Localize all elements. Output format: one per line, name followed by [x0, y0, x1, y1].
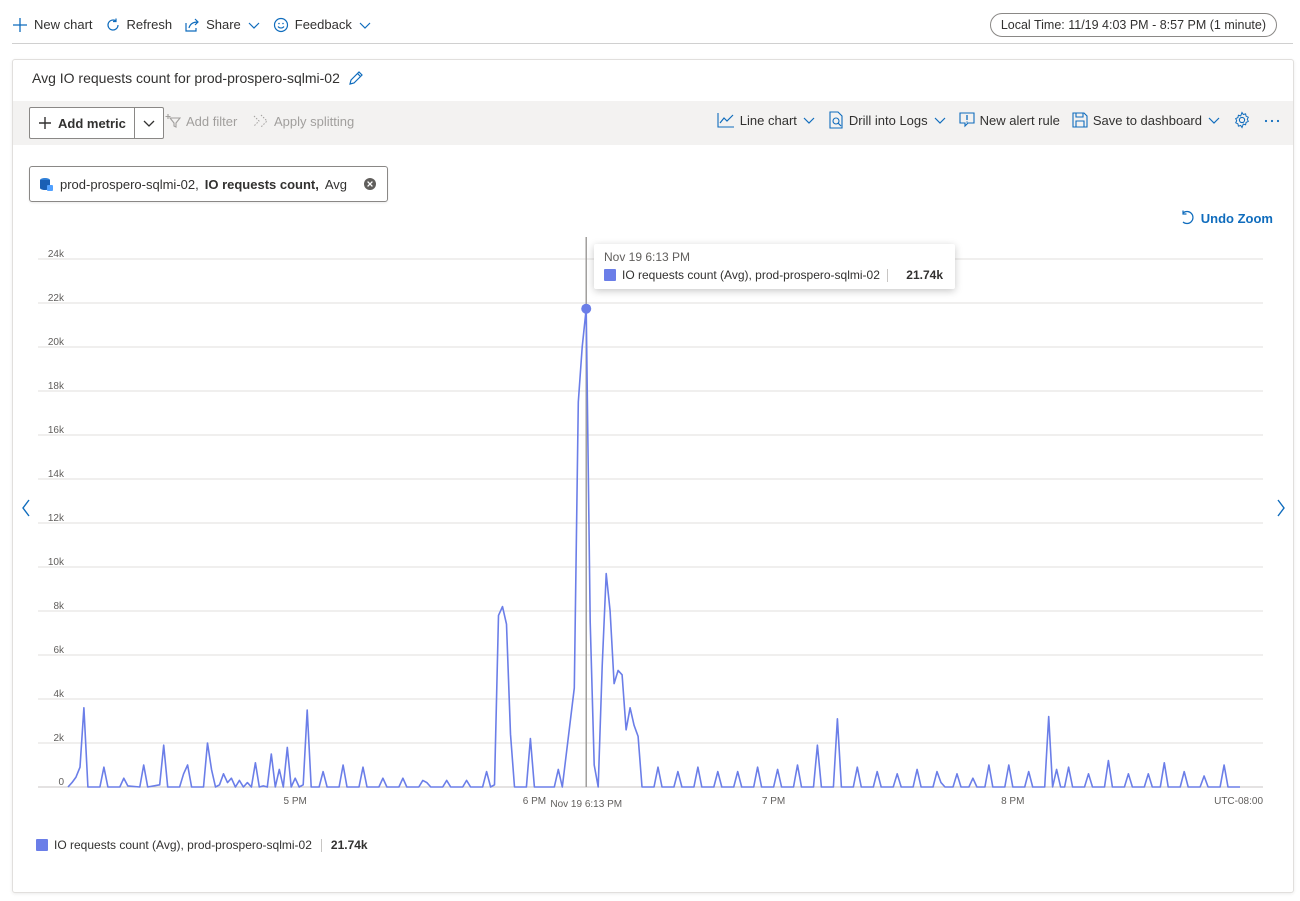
- y-tick-label: 6k: [53, 645, 65, 656]
- y-tick-label: 20k: [48, 337, 65, 348]
- y-tick-label: 8k: [53, 601, 65, 612]
- x-tick-label: 8 PM: [1001, 796, 1024, 807]
- y-tick-label: 22k: [48, 293, 65, 304]
- chart-gridlines: [38, 258, 1263, 788]
- y-tick-label: 18k: [48, 381, 65, 392]
- y-tick-label: 2k: [53, 733, 65, 744]
- hover-point: [581, 303, 592, 314]
- tooltip-series-name: IO requests count (Avg), prod-prospero-s…: [622, 268, 880, 282]
- x-hover-label: Nov 19 6:13 PM: [550, 799, 622, 810]
- tooltip-value: 21.74k: [906, 268, 943, 282]
- legend-value: 21.74k: [330, 838, 368, 852]
- y-tick-label: 12k: [48, 513, 65, 524]
- chart-tooltip: Nov 19 6:13 PM IO requests count (Avg), …: [594, 244, 955, 289]
- y-tick-label: 14k: [48, 469, 65, 480]
- x-tick-label: 7 PM: [762, 796, 785, 807]
- x-axis-ticks: 5 PM 6 PM 7 PM 8 PM Nov 19 6:13 PM: [284, 796, 1025, 810]
- legend-divider: [320, 838, 322, 852]
- y-axis-ticks: 0 2k 4k 6k 8k 10k 12k 14k 16k 18k 20k 22k 24k: [48, 249, 65, 788]
- y-tick-label: 16k: [48, 425, 65, 436]
- timezone-label: UTC-08:00: [1214, 796, 1263, 807]
- chart-legend[interactable]: IO requests count (Avg), prod-prospero-s…: [36, 838, 368, 852]
- y-tick-label: 24k: [48, 249, 65, 260]
- tooltip-divider: [887, 269, 888, 282]
- y-tick-label: 0: [58, 777, 64, 788]
- tooltip-series-row: IO requests count (Avg), prod-prospero-s…: [604, 268, 880, 282]
- y-tick-label: 10k: [48, 557, 65, 568]
- legend-swatch: [36, 839, 48, 851]
- line-chart[interactable]: 0 2k 4k 6k 8k 10k 12k 14k 16k 18k 20k 22k 24k 5 PM 6 …: [0, 0, 1300, 901]
- legend-series-name: IO requests count (Avg), prod-prospero-s…: [54, 838, 312, 852]
- x-tick-label: 6 PM: [523, 796, 546, 807]
- tooltip-time: Nov 19 6:13 PM: [604, 250, 691, 264]
- series-line: [67, 307, 1240, 788]
- y-tick-label: 4k: [53, 689, 65, 700]
- series-swatch: [604, 269, 616, 281]
- x-tick-label: 5 PM: [284, 796, 307, 807]
